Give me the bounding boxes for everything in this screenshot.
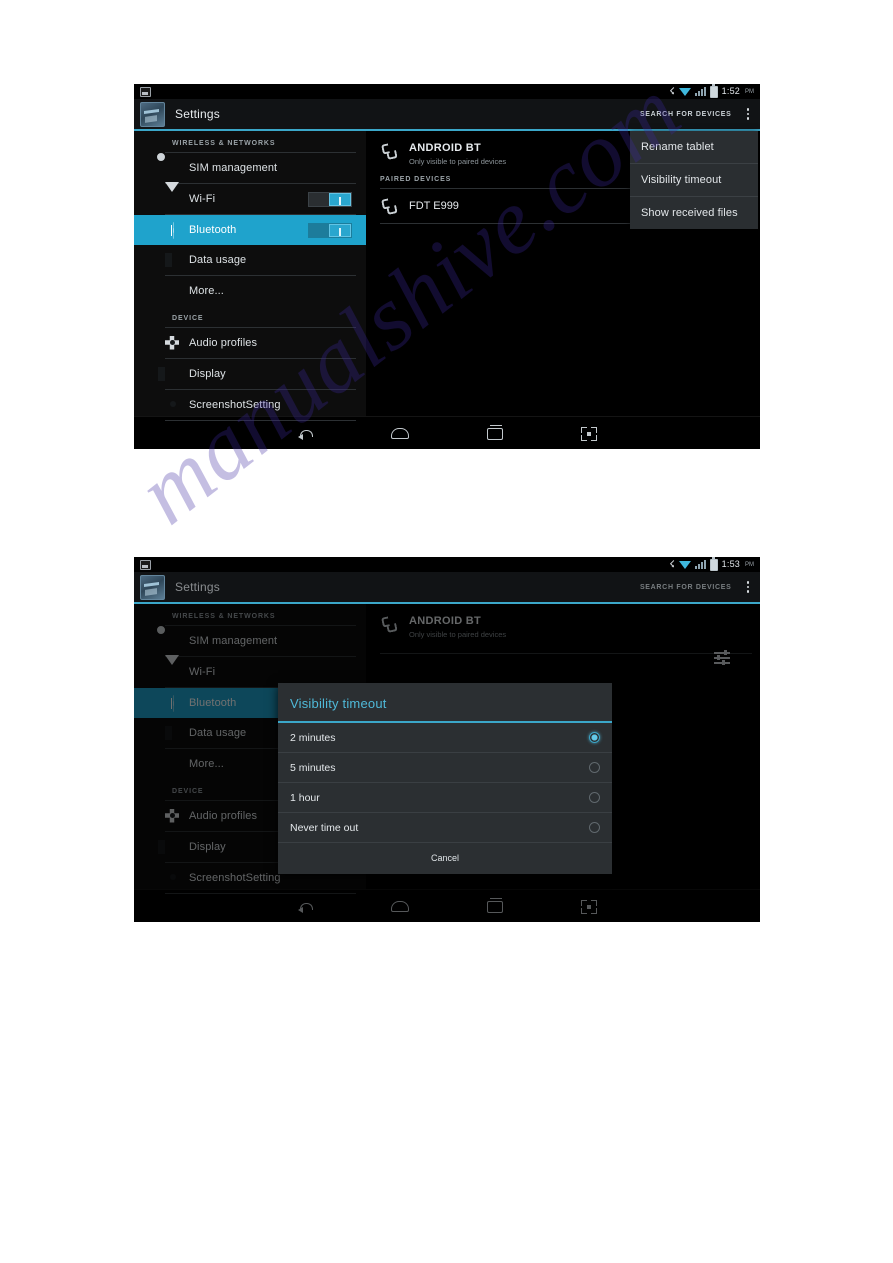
- sidebar-item-more[interactable]: More...: [134, 276, 366, 306]
- screenshot-notification-icon: [140, 559, 151, 570]
- status-bar: ☇ 1:53 PM: [134, 557, 760, 572]
- manual-page: ☇ 1:52 PM Settings SEARCH FOR DEVICES WI…: [0, 0, 893, 1263]
- sidebar-item-screenshot-setting[interactable]: ScreenshotSetting: [134, 390, 366, 420]
- visibility-timeout-dialog: Visibility timeout 2 minutes 5 minutes 1…: [278, 683, 612, 874]
- search-for-devices-button[interactable]: SEARCH FOR DEVICES: [640, 584, 732, 591]
- cancel-button[interactable]: Cancel: [278, 843, 612, 874]
- dialog-option-label: 5 minutes: [290, 761, 336, 774]
- sidebar-item-data-usage[interactable]: Data usage: [134, 245, 366, 275]
- status-bar-ampm: PM: [745, 561, 754, 568]
- action-bar: Settings SEARCH FOR DEVICES: [134, 572, 760, 604]
- sidebar-item-label: ScreenshotSetting: [189, 399, 281, 411]
- screenshot-visibility-timeout-dialog: ☇ 1:53 PM Settings SEARCH FOR DEVICES WI…: [134, 557, 760, 922]
- home-icon[interactable]: [390, 428, 409, 439]
- sidebar-item-sim-management[interactable]: SIM management: [134, 153, 366, 183]
- radio-button-selected[interactable]: [589, 732, 600, 743]
- search-for-devices-button[interactable]: SEARCH FOR DEVICES: [640, 111, 732, 118]
- sidebar-section-device: DEVICE: [172, 315, 204, 322]
- sidebar-item-label: Display: [189, 368, 226, 380]
- sidebar-section-wireless: WIRELESS & NETWORKS: [172, 140, 276, 147]
- status-bar-ampm: PM: [745, 88, 754, 95]
- wifi-status-icon: [678, 87, 691, 96]
- divider: [165, 420, 356, 421]
- menu-item-rename-tablet[interactable]: Rename tablet: [630, 131, 758, 164]
- sidebar-item-label: SIM management: [189, 162, 278, 174]
- wifi-status-icon: [678, 560, 691, 569]
- overflow-popup-menu: Rename tablet Visibility timeout Show re…: [630, 131, 758, 229]
- menu-item-visibility-timeout[interactable]: Visibility timeout: [630, 164, 758, 197]
- action-bar: Settings SEARCH FOR DEVICES: [134, 99, 760, 131]
- bluetooth-phone-icon: [380, 198, 397, 215]
- menu-item-show-received-files[interactable]: Show received files: [630, 197, 758, 229]
- local-device-name: ANDROID BT: [409, 142, 482, 154]
- radio-button[interactable]: [589, 762, 600, 773]
- radio-button[interactable]: [589, 822, 600, 833]
- battery-status-icon: [709, 557, 718, 571]
- dialog-option-2-minutes[interactable]: 2 minutes: [278, 723, 612, 753]
- data-usage-icon: [165, 253, 180, 268]
- sidebar-item-label: Data usage: [189, 254, 247, 266]
- dialog-option-never-time-out[interactable]: Never time out: [278, 813, 612, 843]
- screenshot-bluetooth-overflow-menu: ☇ 1:52 PM Settings SEARCH FOR DEVICES WI…: [134, 84, 760, 449]
- signal-status-icon: [694, 560, 706, 569]
- sidebar-item-label: More...: [189, 285, 224, 297]
- content-body: WIRELESS & NETWORKS SIM management Wi-Fi…: [134, 604, 760, 922]
- radio-button[interactable]: [589, 792, 600, 803]
- dialog-option-5-minutes[interactable]: 5 minutes: [278, 753, 612, 783]
- sidebar-item-bluetooth[interactable]: Bluetooth: [134, 215, 366, 245]
- sim-card-icon: [165, 161, 180, 176]
- wifi-toggle[interactable]: [308, 191, 352, 207]
- audio-profiles-icon: [165, 336, 180, 351]
- overflow-menu-icon[interactable]: [744, 577, 753, 597]
- screenshot-capture-icon[interactable]: [580, 426, 597, 441]
- bluetooth-status-icon: ☇: [669, 559, 675, 569]
- dialog-option-label: 2 minutes: [290, 731, 336, 744]
- dialog-option-label: 1 hour: [290, 791, 320, 804]
- back-icon[interactable]: [297, 428, 313, 440]
- paired-device-name: FDT E999: [409, 200, 459, 212]
- recents-icon[interactable]: [486, 424, 503, 440]
- bluetooth-pane: ANDROID BT Only visible to paired device…: [366, 131, 760, 416]
- settings-app-icon[interactable]: [140, 101, 165, 127]
- status-bar-time: 1:53: [721, 559, 740, 569]
- sidebar-item-audio-profiles[interactable]: Audio profiles: [134, 328, 366, 358]
- overflow-menu-icon[interactable]: [744, 104, 753, 124]
- bluetooth-phone-icon: [380, 143, 397, 160]
- sidebar-item-label: Audio profiles: [189, 337, 258, 349]
- local-device-visibility: Only visible to paired devices: [409, 157, 507, 166]
- page-title: Settings: [175, 107, 220, 121]
- battery-status-icon: [709, 84, 718, 98]
- bluetooth-status-icon: ☇: [669, 86, 675, 96]
- bluetooth-icon: [165, 223, 180, 238]
- settings-sidebar: WIRELESS & NETWORKS SIM management Wi-Fi…: [134, 131, 366, 421]
- screenshot-notification-icon: [140, 86, 151, 97]
- sidebar-item-display[interactable]: Display: [134, 359, 366, 389]
- signal-status-icon: [694, 87, 706, 96]
- display-icon: [165, 367, 180, 382]
- status-bar: ☇ 1:52 PM: [134, 84, 760, 99]
- sidebar-item-label: Wi-Fi: [189, 193, 216, 205]
- content-body: WIRELESS & NETWORKS SIM management Wi-Fi…: [134, 131, 760, 421]
- sidebar-item-wifi[interactable]: Wi-Fi: [134, 181, 366, 214]
- dialog-option-label: Never time out: [290, 821, 359, 834]
- settings-app-icon[interactable]: [140, 574, 165, 600]
- dialog-option-1-hour[interactable]: 1 hour: [278, 783, 612, 813]
- status-bar-time: 1:52: [721, 86, 740, 96]
- dialog-title: Visibility timeout: [278, 683, 612, 723]
- sidebar-item-label: Bluetooth: [189, 224, 237, 236]
- wifi-icon: [165, 181, 180, 209]
- camera-icon: [165, 398, 180, 413]
- bluetooth-toggle[interactable]: [308, 222, 352, 238]
- page-title: Settings: [175, 580, 220, 594]
